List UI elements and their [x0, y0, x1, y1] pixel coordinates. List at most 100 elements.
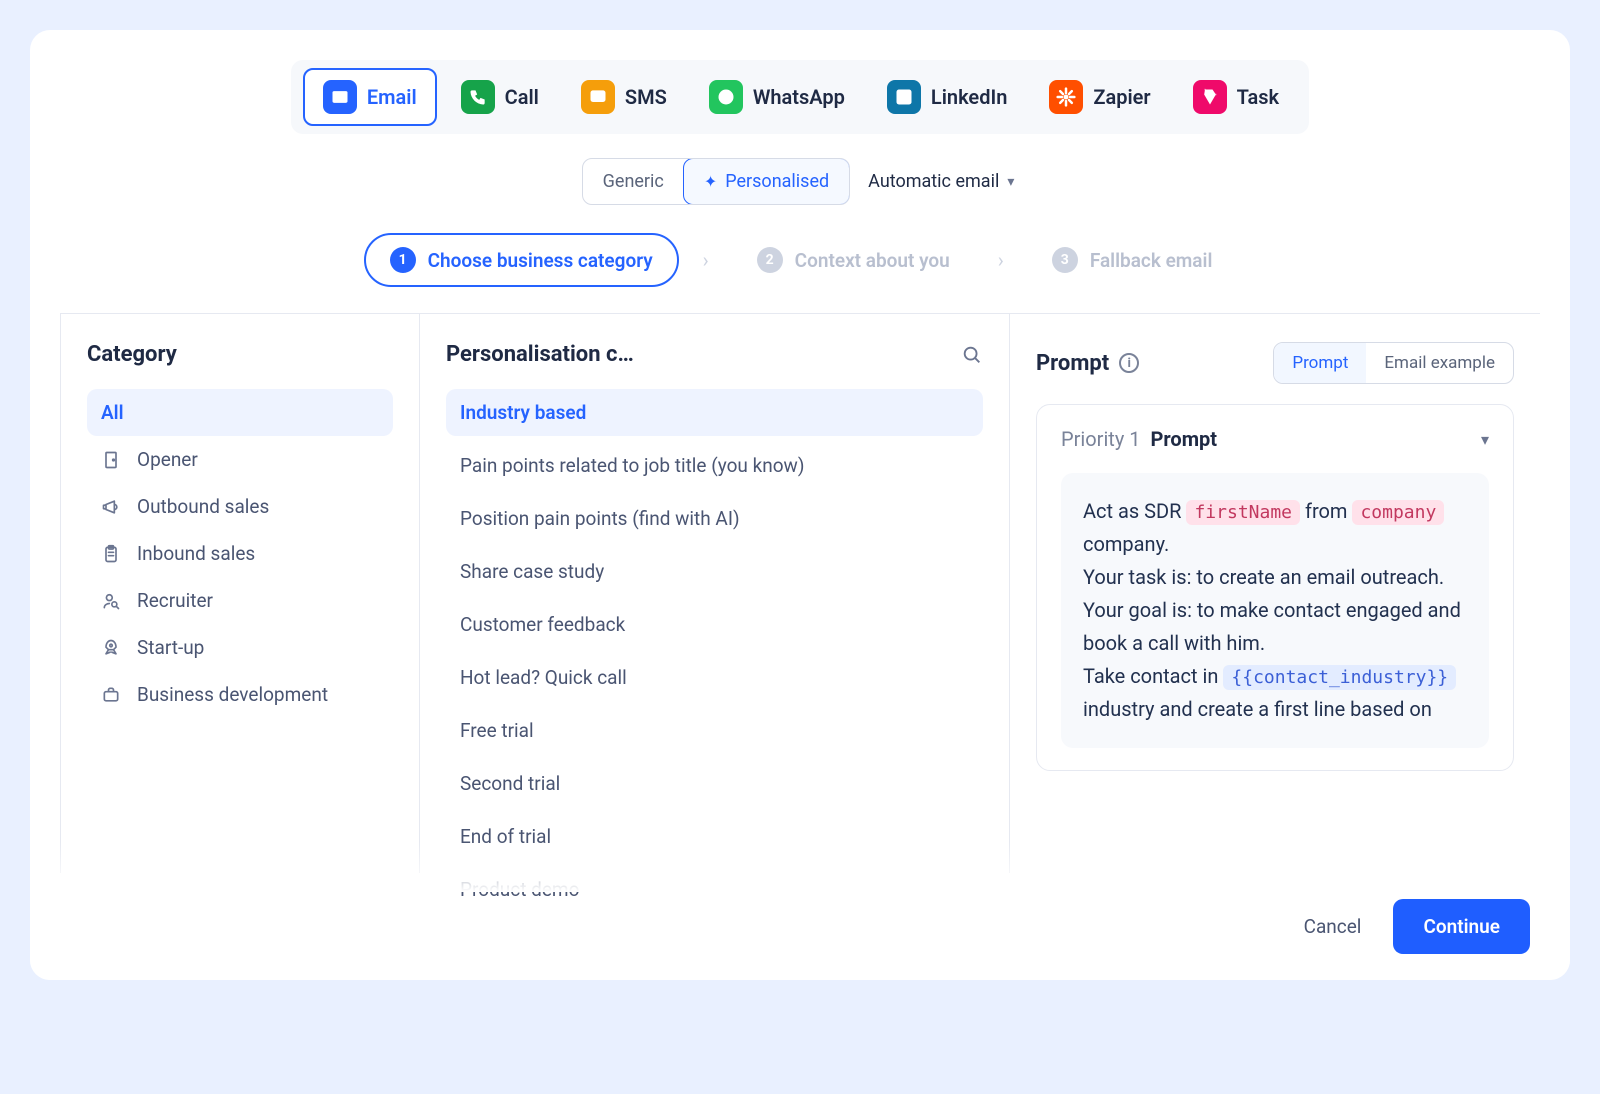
prompt-box: Priority 1 Prompt ▾ Act as SDR firstName …: [1036, 404, 1514, 771]
modal-card: Email Call SMS WhatsApp LinkedIn Zapier Task G…: [30, 30, 1570, 980]
mode-segment: Generic ✦ Personalised: [582, 158, 851, 205]
step-2[interactable]: 2 Context about you: [733, 235, 974, 285]
prompt-view-email-example[interactable]: Email example: [1366, 343, 1513, 383]
channel-call-icon: [461, 80, 495, 114]
channel-linkedin[interactable]: LinkedIn: [869, 68, 1025, 126]
personalisation-item[interactable]: Hot lead? Quick call: [446, 654, 983, 701]
prompt-body: Act as SDR firstName from company compan…: [1061, 473, 1489, 748]
category-recruiter[interactable]: Recruiter: [87, 577, 393, 624]
chevron-down-icon: ▾: [1007, 174, 1014, 190]
personalisation-title: Personalisation c…: [446, 342, 634, 367]
channel-label: LinkedIn: [931, 85, 1007, 109]
mode-personalised-label: Personalised: [725, 171, 829, 192]
mode-row: Generic ✦ Personalised Automatic email ▾: [30, 158, 1570, 205]
step-number: 2: [757, 247, 783, 273]
category-outbound-sales[interactable]: Outbound sales: [87, 483, 393, 530]
prompt-title: Prompt: [1036, 351, 1109, 376]
channel-tabs: Email Call SMS WhatsApp LinkedIn Zapier Task: [291, 60, 1309, 134]
personalisation-item[interactable]: Customer feedback: [446, 601, 983, 648]
channel-label: Email: [367, 85, 417, 109]
channel-zapier-icon: [1049, 80, 1083, 114]
megaphone-icon: [101, 497, 123, 517]
personalisation-column: Personalisation c… Industry based Pain po…: [420, 314, 1010, 873]
prompt-text: company.: [1083, 532, 1169, 556]
sparkle-icon: ✦: [704, 172, 717, 191]
channel-label: Task: [1237, 85, 1280, 109]
email-type-dropdown[interactable]: Automatic email ▾: [864, 163, 1018, 200]
channel-whatsapp-icon: [709, 80, 743, 114]
personalisation-item[interactable]: Second trial: [446, 760, 983, 807]
personalisation-item[interactable]: Free trial: [446, 707, 983, 754]
prompt-column: Prompt i Prompt Email example Priority 1…: [1010, 314, 1540, 873]
stepper: 1Choose business category › 2 Context about…: [30, 233, 1570, 287]
prompt-text: from: [1305, 499, 1352, 523]
mode-generic[interactable]: Generic: [583, 159, 684, 204]
step-3[interactable]: 3 Fallback email: [1028, 235, 1237, 285]
rocket-icon: [101, 638, 123, 658]
token-company: company: [1352, 500, 1444, 525]
prompt-priority: Priority 1: [1061, 427, 1141, 451]
channel-label: Call: [505, 85, 539, 109]
step-number: 3: [1052, 247, 1078, 273]
door-icon: [101, 450, 123, 470]
chevron-right-icon: ›: [703, 248, 709, 272]
step-label: Fallback email: [1090, 249, 1213, 272]
personalisation-item[interactable]: End of trial: [446, 813, 983, 860]
channel-label: WhatsApp: [753, 85, 845, 109]
channel-whatsapp[interactable]: WhatsApp: [691, 68, 863, 126]
token-firstname: firstName: [1186, 500, 1300, 525]
token-contact-industry: {{contact_industry}}: [1223, 665, 1456, 690]
personalisation-item[interactable]: Share case study: [446, 548, 983, 595]
step-1[interactable]: 1Choose business category: [364, 233, 679, 287]
chevron-down-icon: ▾: [1481, 430, 1489, 449]
category-label: All: [101, 401, 124, 424]
category-column: Category All Opener Outbound sales Inbound …: [60, 314, 420, 873]
content-columns: Category All Opener Outbound sales Inbound …: [60, 313, 1540, 873]
person-search-icon: [101, 591, 123, 611]
category-all[interactable]: All: [87, 389, 393, 436]
step-label: Context about you: [795, 249, 950, 272]
personalisation-item[interactable]: Industry based: [446, 389, 983, 436]
prompt-box-header[interactable]: Priority 1 Prompt ▾: [1061, 427, 1489, 451]
category-label: Inbound sales: [137, 542, 255, 565]
category-start-up[interactable]: Start-up: [87, 624, 393, 671]
cancel-button[interactable]: Cancel: [1294, 901, 1372, 952]
category-business-development[interactable]: Business development: [87, 671, 393, 718]
mode-personalised[interactable]: ✦ Personalised: [683, 158, 850, 205]
search-icon[interactable]: [961, 344, 983, 366]
channel-zapier[interactable]: Zapier: [1031, 68, 1168, 126]
category-label: Opener: [137, 448, 198, 471]
prompt-text: Your task is: to create an email outreac…: [1083, 565, 1444, 589]
personalisation-item[interactable]: Pain points related to job title (you kn…: [446, 442, 983, 489]
prompt-text: Take contact in: [1083, 664, 1223, 688]
chevron-right-icon: ›: [998, 248, 1004, 272]
category-title: Category: [87, 342, 177, 367]
personalisation-item[interactable]: Product demo: [446, 866, 983, 913]
prompt-text: Act as SDR: [1083, 499, 1186, 523]
step-label: Choose business category: [428, 249, 653, 272]
category-inbound-sales[interactable]: Inbound sales: [87, 530, 393, 577]
channel-sms-icon: [581, 80, 615, 114]
continue-button[interactable]: Continue: [1393, 899, 1530, 954]
channel-task[interactable]: Task: [1175, 68, 1298, 126]
prompt-text: industry and create a first line based o…: [1083, 697, 1432, 721]
channel-email[interactable]: Email: [303, 68, 437, 126]
prompt-view-prompt[interactable]: Prompt: [1274, 343, 1366, 383]
category-label: Recruiter: [137, 589, 213, 612]
category-opener[interactable]: Opener: [87, 436, 393, 483]
info-icon[interactable]: i: [1119, 353, 1139, 373]
email-type-label: Automatic email: [868, 171, 999, 192]
category-label: Start-up: [137, 636, 204, 659]
category-label: Outbound sales: [137, 495, 269, 518]
channel-label: Zapier: [1093, 85, 1150, 109]
prompt-view-segment: Prompt Email example: [1273, 342, 1514, 384]
channel-task-icon: [1193, 80, 1227, 114]
channel-call[interactable]: Call: [443, 68, 557, 126]
personalisation-item[interactable]: Position pain points (find with AI): [446, 495, 983, 542]
prompt-box-title: Prompt: [1151, 427, 1218, 451]
channel-linkedin-icon: [887, 80, 921, 114]
category-label: Business development: [137, 683, 328, 706]
channel-sms[interactable]: SMS: [563, 68, 685, 126]
briefcase-icon: [101, 685, 123, 705]
channel-label: SMS: [625, 85, 667, 109]
